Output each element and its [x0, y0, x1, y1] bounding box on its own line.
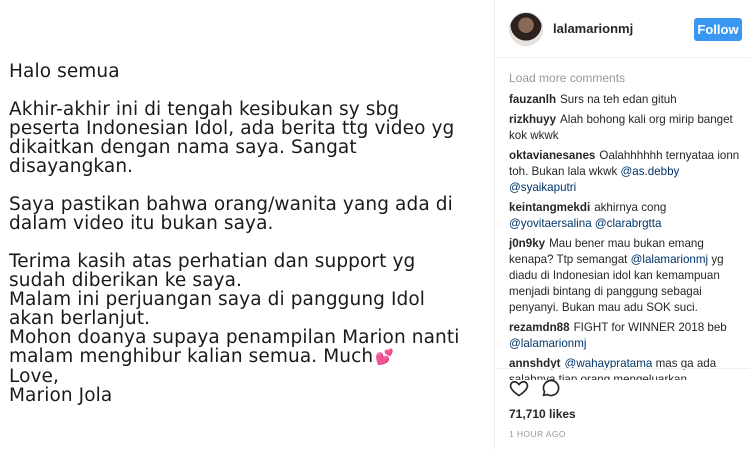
post-sidebar: lalamarionmj Follow Load more comments f… — [496, 0, 750, 450]
load-more-comments-link[interactable]: Load more comments — [509, 70, 745, 86]
note-line: Saya pastikan bahwa orang/wanita yang ad… — [9, 194, 453, 215]
note-line: Mohon doanya supaya penampilan Marion na… — [9, 327, 460, 348]
note-line: disayangkan. — [9, 156, 134, 177]
note-text: Halo semua Akhir-akhir ini di tengah kesi… — [9, 62, 489, 424]
note-paragraph: Saya pastikan bahwa orang/wanita yang ad… — [9, 195, 489, 233]
note-line: Terima kasih atas perhatian dan support … — [9, 251, 416, 272]
likes-count[interactable]: 71,710 likes — [509, 407, 750, 421]
comment-item: fauzanlh Surs na teh edan gituh — [509, 92, 745, 108]
note-line: malam menghibur kalian semua. Much 💕 — [9, 346, 395, 367]
username-link[interactable]: lalamarionmj — [553, 21, 633, 36]
note-line: peserta Indonesian Idol, ada berita ttg … — [9, 118, 455, 139]
comment-item: keintangmekdi akhirnya cong @yovitaersali… — [509, 200, 745, 232]
note-line: akan berlanjut. — [9, 308, 151, 329]
note-line: Malam ini perjuangan saya di panggung Id… — [9, 289, 426, 310]
mention-link[interactable]: @clarabrgtta — [595, 217, 662, 230]
post-timestamp[interactable]: 1 HOUR AGO — [509, 429, 750, 439]
note-line: Halo semua — [9, 61, 120, 82]
comment-author-link[interactable]: oktavianesanes — [509, 149, 595, 162]
follow-button[interactable]: Follow — [694, 18, 742, 41]
note-paragraph: Terima kasih atas perhatian dan support … — [9, 252, 489, 405]
heart-icon[interactable] — [509, 378, 529, 398]
note-line: Marion Jola — [9, 385, 113, 406]
mention-link[interactable]: @yovitaersalina — [509, 217, 592, 230]
comment-text: Surs na teh edan gituh — [560, 93, 677, 106]
comment-author-link[interactable]: rezamdn88 — [509, 321, 570, 334]
comment-author-link[interactable]: j0n9ky — [509, 237, 545, 250]
comment-author-link[interactable]: rizkhuyy — [509, 113, 556, 126]
post-actions: 71,710 likes 1 HOUR AGO — [496, 368, 750, 450]
avatar[interactable] — [509, 11, 543, 46]
mention-link[interactable]: @lalamarionmj — [631, 253, 709, 266]
comment-author-link[interactable]: fauzanlh — [509, 93, 556, 106]
heart-emoji: 💕 — [375, 348, 395, 366]
comments-list: Load more comments fauzanlh Surs na teh e… — [509, 70, 745, 384]
comment-text: FIGHT for WINNER 2018 beb — [573, 321, 727, 334]
note-paragraph: Akhir-akhir ini di tengah kesibukan sy s… — [9, 100, 489, 176]
mention-link[interactable]: @lalamarionmj — [509, 337, 587, 350]
mention-link[interactable]: @as.debby — [620, 165, 679, 178]
comment-text: akhirnya cong — [594, 201, 667, 214]
comment-item: rezamdn88 FIGHT for WINNER 2018 beb @lala… — [509, 320, 745, 352]
comment-item: j0n9ky Mau bener mau bukan emang kenapa? … — [509, 236, 745, 316]
note-paragraph: Halo semua — [9, 62, 489, 81]
comment-item: oktavianesanes Oalahhhhhh ternyataa ionn … — [509, 148, 745, 196]
note-line: Akhir-akhir ini di tengah kesibukan sy s… — [9, 99, 400, 120]
comment-author-link[interactable]: keintangmekdi — [509, 201, 590, 214]
post-header: lalamarionmj Follow — [496, 0, 750, 58]
note-line: sudah diberikan ke saya. — [9, 270, 242, 291]
mention-link[interactable]: @syaikaputri — [509, 181, 576, 194]
note-line: Love, — [9, 366, 60, 387]
note-line: dikaitkan dengan nama saya. Sangat — [9, 137, 357, 158]
post-image[interactable]: Halo semua Akhir-akhir ini di tengah kesi… — [0, 0, 495, 450]
note-line: dalam video itu bukan saya. — [9, 213, 274, 234]
comment-icon[interactable] — [541, 378, 561, 398]
comment-item: rizkhuyy Alah bohong kali org mirip bange… — [509, 112, 745, 144]
